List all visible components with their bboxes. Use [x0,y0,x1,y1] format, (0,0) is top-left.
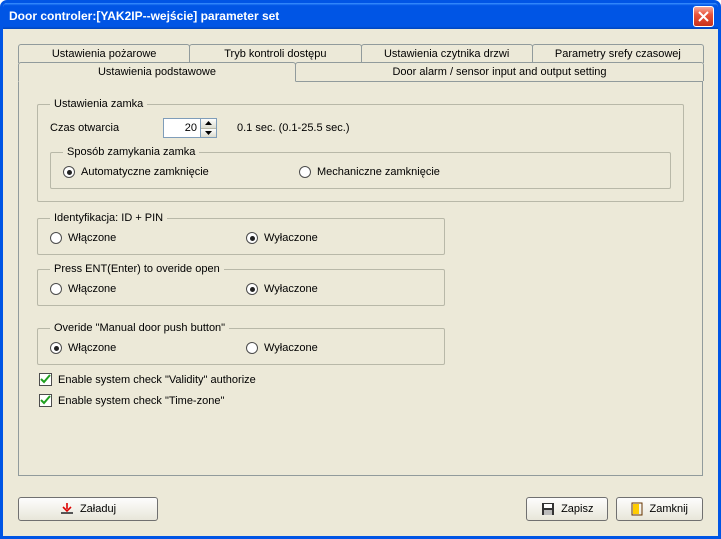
tab-row-top: Ustawienia pożarowe Tryb kontroli dostęp… [18,44,703,63]
spin-down[interactable] [201,129,216,138]
open-time-unit: 0.1 sec. (0.1-25.5 sec.) [237,122,350,134]
ent-off-label: Wyłaczone [264,283,318,295]
manual-override-group: Overide "Manual door push button" Włączo… [37,322,445,365]
manual-on-label: Włączone [68,342,116,354]
validity-checkbox[interactable]: Enable system check "Validity" authorize [39,373,682,386]
lock-settings-legend: Ustawienia zamka [50,98,147,110]
close-auto-label: Automatyczne zamknięcie [81,166,209,178]
save-icon [541,502,555,516]
window-close-button[interactable] [693,6,714,27]
idpin-legend: Identyfikacja: ID + PIN [50,212,167,224]
manual-override-legend: Overide "Manual door push button" [50,322,229,334]
ent-off-radio[interactable]: Wyłaczone [246,283,432,295]
radio-icon [50,283,62,295]
titlebar: Door controler:[YAK2IP--wejście] paramet… [3,3,718,29]
close-mech-radio[interactable]: Mechaniczne zamknięcie [299,166,658,178]
open-time-label: Czas otwarcia [50,122,155,134]
close-auto-radio[interactable]: Automatyczne zamknięcie [63,166,283,178]
checkbox-icon [39,394,52,407]
bottom-button-row: Załaduj Zapisz Zamknij [18,497,703,521]
radio-icon [63,166,75,178]
ent-override-legend: Press ENT(Enter) to overide open [50,263,224,275]
lock-settings-group: Ustawienia zamka Czas otwarcia 0.1 sec. … [37,98,684,202]
close-method-legend: Sposób zamykania zamka [63,146,199,158]
timezone-checkbox[interactable]: Enable system check "Time-zone" [39,394,682,407]
spin-buttons [200,119,216,137]
load-label: Załaduj [80,503,116,515]
timezone-label: Enable system check "Time-zone" [58,395,224,407]
tab-access-mode[interactable]: Tryb kontroli dostępu [189,44,361,63]
idpin-on-label: Włączone [68,232,116,244]
load-button[interactable]: Załaduj [18,497,158,521]
radio-icon [299,166,311,178]
save-label: Zapisz [561,503,593,515]
open-time-row: Czas otwarcia 0.1 sec. (0.1-25.5 sec.) [50,118,671,138]
radio-icon [50,342,62,354]
open-time-spinner[interactable] [163,118,217,138]
tab-door-alarm[interactable]: Door alarm / sensor input and output set… [295,62,704,81]
close-button[interactable]: Zamknij [616,497,703,521]
download-icon [60,503,74,515]
radio-icon [246,232,258,244]
tab-timezone-params[interactable]: Parametry srefy czasowej [532,44,704,63]
ent-on-radio[interactable]: Włączone [50,283,230,295]
tab-row-second: Ustawienia podstawowe Door alarm / senso… [18,62,703,81]
manual-on-radio[interactable]: Włączone [50,342,230,354]
close-method-group: Sposób zamykania zamka Automatyczne zamk… [50,146,671,189]
manual-off-radio[interactable]: Wyłaczone [246,342,432,354]
close-label: Zamknij [649,503,688,515]
radio-icon [246,283,258,295]
right-button-group: Zapisz Zamknij [526,497,703,521]
radio-icon [50,232,62,244]
window-frame: Door controler:[YAK2IP--wejście] paramet… [0,0,721,539]
idpin-off-label: Wyłaczone [264,232,318,244]
client-area: Ustawienia pożarowe Tryb kontroli dostęp… [6,32,715,533]
checkbox-icon [39,373,52,386]
tab-reader-settings[interactable]: Ustawienia czytnika drzwi [361,44,533,63]
idpin-off-radio[interactable]: Wyłaczone [246,232,432,244]
window-title: Door controler:[YAK2IP--wejście] paramet… [9,9,279,23]
tab-panel: Ustawienia zamka Czas otwarcia 0.1 sec. … [18,81,703,476]
open-time-input[interactable] [164,119,200,137]
close-icon [698,11,709,22]
tab-fire-settings[interactable]: Ustawienia pożarowe [18,44,190,63]
validity-label: Enable system check "Validity" authorize [58,374,256,386]
idpin-group: Identyfikacja: ID + PIN Włączone Wyłaczo… [37,212,445,255]
ent-on-label: Włączone [68,283,116,295]
spin-up[interactable] [201,119,216,129]
idpin-on-radio[interactable]: Włączone [50,232,230,244]
close-mech-label: Mechaniczne zamknięcie [317,166,440,178]
tab-basic-settings[interactable]: Ustawienia podstawowe [18,62,296,82]
save-button[interactable]: Zapisz [526,497,608,521]
manual-off-label: Wyłaczone [264,342,318,354]
door-icon [631,502,643,516]
ent-override-group: Press ENT(Enter) to overide open Włączon… [37,263,445,306]
radio-icon [246,342,258,354]
